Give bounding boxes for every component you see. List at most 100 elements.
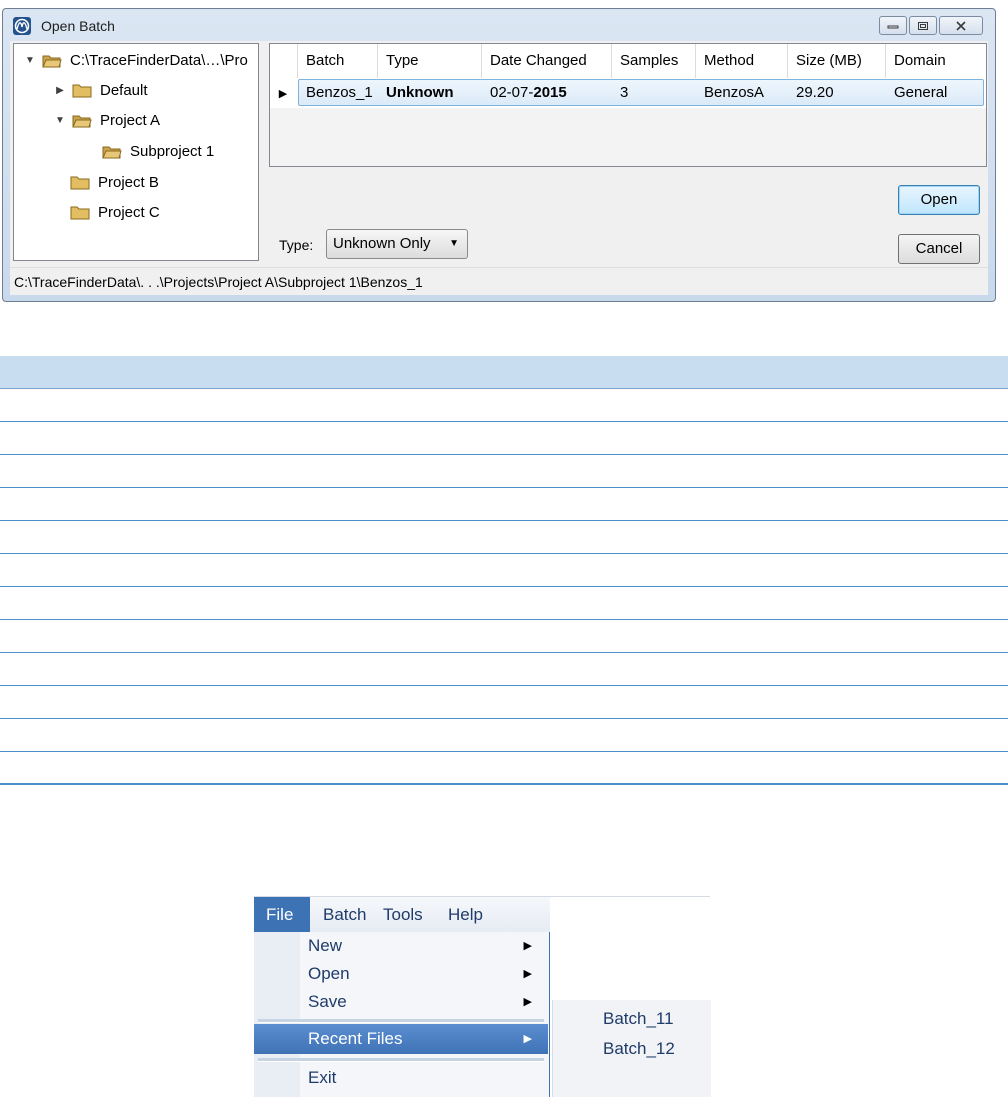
cell-samples: 3 [620,84,629,101]
type-filter-label: Type: [279,237,314,253]
minimize-button[interactable] [879,16,907,35]
file-menu-screenshot: File Batch Tools Help New ▶ Open ▶ Save … [254,896,711,1097]
table-row [0,455,1008,488]
chevron-down-icon: ▼ [449,238,459,249]
folder-icon [72,83,92,98]
menu-item-exit[interactable]: Exit [254,1064,548,1092]
column-header-type[interactable]: Type [378,44,482,78]
menu-separator [258,1019,544,1023]
table-header [0,356,1008,389]
cell-type: Unknown [386,84,454,101]
tree-item-label: Project A [100,111,161,129]
cell-domain: General [894,84,948,101]
menu-item-recent-files[interactable]: Recent Files ▶ [254,1024,548,1054]
menu-item-label: New [308,936,343,955]
tree-node-root[interactable]: ▼ C:\TraceFinderData\…\Pro [24,48,248,72]
table-row [0,686,1008,719]
status-path: C:\TraceFinderData\. . .\Projects\Projec… [10,267,988,295]
table-row [0,554,1008,587]
menu-item-new[interactable]: New ▶ [254,932,548,960]
submenu-arrow-icon: ▶ [523,968,532,980]
menu-item-label: Open [308,964,350,983]
submenu-arrow-icon: ▶ [523,996,532,1008]
collapsed-arrow-icon[interactable]: ▶ [54,85,66,96]
cell-date-changed: 02-07-2015 [482,78,567,108]
tree-node-project-b[interactable]: Project B [70,170,159,194]
title-bar[interactable]: Open Batch [3,9,995,41]
table-row [0,620,1008,653]
tree-item-label: Default [100,81,148,99]
folder-open-icon [102,144,122,159]
column-header-batch[interactable]: Batch [298,44,378,78]
expanded-arrow-icon[interactable]: ▼ [24,55,36,66]
row-header-corner [270,44,298,78]
row-indicator-icon: ▶ [278,87,288,100]
cell-batch: Benzos_1 [306,84,373,101]
window-title: Open Batch [41,18,115,34]
maximize-icon [918,21,928,30]
column-header-size[interactable]: Size (MB) [788,44,886,78]
recent-files-submenu: Batch_11 Batch_12 [552,1000,711,1097]
table-row [0,719,1008,752]
batch-grid[interactable]: Batch Type Date Changed Samples Method S… [269,43,987,167]
cell-size: 29.20 [796,84,834,101]
menu-tools[interactable]: Tools [383,897,423,933]
maximize-button[interactable] [909,16,937,35]
recent-file-item[interactable]: Batch_11 [603,1004,674,1034]
menu-file[interactable]: File [254,897,310,933]
app-logo-icon [13,17,31,35]
table-row [0,653,1008,686]
tree-node-project-a[interactable]: ▼ Project A [54,108,160,132]
column-header-samples[interactable]: Samples [612,44,696,78]
type-filter-select[interactable]: Unknown Only ▼ [326,229,468,259]
table-row [0,587,1008,620]
type-filter-value: Unknown Only [333,235,431,252]
menu-batch[interactable]: Batch [323,897,366,933]
column-header-domain[interactable]: Domain [886,44,986,78]
tree-item-label: Project B [98,173,159,191]
table-row [0,422,1008,455]
column-header-date-changed[interactable]: Date Changed [482,44,612,78]
recent-file-item[interactable]: Batch_12 [603,1034,675,1064]
file-dropdown: New ▶ Open ▶ Save ▶ Recent Files ▶ Exit [254,932,550,1097]
close-button[interactable] [939,16,983,35]
table-row [0,521,1008,554]
tree-item-label: Project C [98,203,160,221]
table-row [0,752,1008,785]
cell-method: BenzosA [704,84,765,101]
folder-icon [70,175,90,190]
empty-table [0,356,1008,785]
tree-node-default[interactable]: ▶ Default [54,78,148,102]
table-row [0,488,1008,521]
submenu-arrow-icon: ▶ [523,940,532,952]
table-row [0,389,1008,422]
cell-date-year: 2015 [533,84,567,101]
column-header-method[interactable]: Method [696,44,788,78]
expanded-arrow-icon[interactable]: ▼ [54,115,66,126]
minimize-icon [887,25,899,28]
menu-item-save[interactable]: Save ▶ [254,988,548,1016]
tree-root-label: C:\TraceFinderData\…\Pro [70,51,248,69]
menu-item-open[interactable]: Open ▶ [254,960,548,988]
open-batch-dialog: Open Batch ▼ C:\TraceFinderData\…\Pro ▶ … [2,8,996,302]
grid-header: Batch Type Date Changed Samples Method S… [270,44,986,79]
menu-item-label: Save [308,992,347,1011]
cancel-button[interactable]: Cancel [898,234,980,264]
menu-item-label: Exit [308,1068,337,1087]
tree-node-project-c[interactable]: Project C [70,200,160,224]
open-button[interactable]: Open [898,185,980,215]
folder-icon [70,205,90,220]
folder-open-icon [72,113,92,128]
menu-item-label: Recent Files [308,1029,403,1048]
cell-date-prefix: 02-07- [490,84,534,101]
tree-item-label: Subproject 1 [130,142,215,160]
table-row[interactable]: ▶ Benzos_1 Unknown 02-07-2015 3 BenzosA … [270,78,986,108]
menu-bar: File Batch Tools Help [254,896,550,933]
dialog-client: ▼ C:\TraceFinderData\…\Pro ▶ Default ▼ P… [10,41,988,295]
folder-tree[interactable]: ▼ C:\TraceFinderData\…\Pro ▶ Default ▼ P… [13,43,259,261]
menu-help[interactable]: Help [448,897,483,933]
folder-open-icon [42,53,62,68]
close-icon [956,20,966,31]
submenu-arrow-icon: ▶ [523,1033,532,1045]
tree-node-subproject-1[interactable]: Subproject 1 [102,139,214,163]
